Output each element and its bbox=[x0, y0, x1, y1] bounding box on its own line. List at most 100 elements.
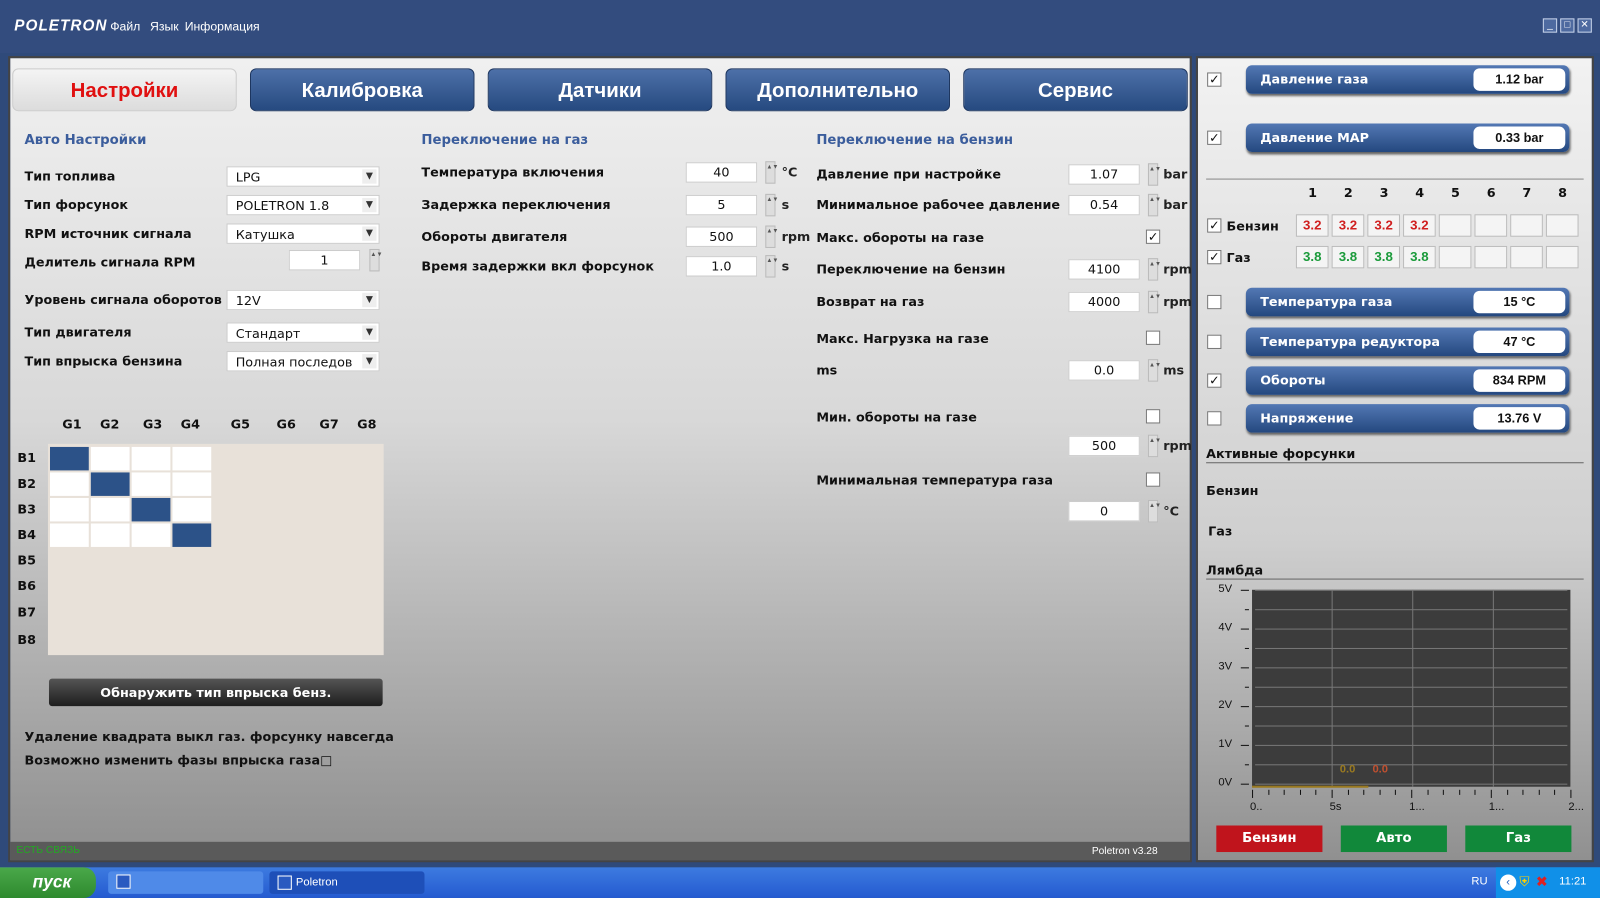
injector-cell[interactable] bbox=[172, 472, 212, 496]
dropdown-5[interactable]: Стандарт ▼ bbox=[226, 322, 380, 343]
value-input[interactable]: 0.0 bbox=[1068, 360, 1140, 381]
injector-time: 3.2 bbox=[1367, 214, 1400, 237]
mode-petrol-button[interactable]: Бензин bbox=[1216, 825, 1323, 853]
checkbox[interactable]: ✓ bbox=[1145, 229, 1161, 244]
taskbar-item-label: Poletron bbox=[295, 876, 338, 889]
dropdown-6[interactable]: Полная последов ▼ bbox=[226, 351, 380, 372]
injector-cell[interactable] bbox=[131, 472, 171, 496]
maximize-button[interactable]: □ bbox=[1560, 18, 1575, 33]
value-input[interactable]: 0 bbox=[1068, 501, 1140, 522]
injector-cell[interactable] bbox=[90, 472, 130, 496]
dropdown-2[interactable]: Катушка ▼ bbox=[226, 223, 380, 244]
checkbox[interactable] bbox=[1145, 330, 1161, 345]
chevron-down-icon[interactable]: ▼ bbox=[362, 354, 377, 369]
spinner-arrows[interactable]: ▲▼ bbox=[1147, 499, 1161, 523]
taskbar-item-poletron[interactable]: Poletron bbox=[269, 871, 425, 894]
injector-cell[interactable] bbox=[90, 446, 130, 471]
injector-cell[interactable] bbox=[172, 497, 212, 522]
value-input[interactable]: 1.0 bbox=[685, 256, 758, 277]
value-input[interactable]: 500 bbox=[1068, 435, 1140, 457]
start-button[interactable]: пуск bbox=[0, 867, 96, 898]
x-tick bbox=[1411, 789, 1413, 798]
injector-cell[interactable] bbox=[90, 523, 130, 547]
sensor-checkbox[interactable] bbox=[1207, 411, 1222, 426]
spinner-arrows[interactable]: ▲▼ bbox=[765, 255, 778, 278]
column-header: G5 bbox=[230, 416, 250, 432]
spinner-arrows[interactable]: ▲▼ bbox=[1147, 434, 1161, 458]
spinner-arrows[interactable]: ▲▼ bbox=[765, 161, 778, 184]
chevron-down-icon[interactable]: ▼ bbox=[362, 169, 377, 184]
spinner-arrows[interactable]: ▲▼ bbox=[369, 248, 383, 272]
row-header: B8 bbox=[17, 631, 36, 647]
sensor-checkbox[interactable] bbox=[1207, 294, 1222, 310]
spinner-arrows[interactable]: ▲▼ bbox=[1147, 258, 1161, 281]
value-input[interactable]: 5 bbox=[685, 194, 758, 216]
sensor-checkbox[interactable]: ✓ bbox=[1207, 373, 1222, 388]
minimize-button[interactable]: _ bbox=[1542, 18, 1558, 33]
field-label: Задержка переключения bbox=[421, 196, 611, 213]
petrol-checkbox[interactable]: ✓ bbox=[1207, 218, 1222, 233]
mode-gas-button[interactable]: Газ bbox=[1465, 825, 1572, 853]
menu-language[interactable]: Язык bbox=[150, 19, 179, 33]
value-input[interactable]: 4100 bbox=[1068, 259, 1140, 280]
injector-cell[interactable] bbox=[172, 446, 212, 471]
tab-settings[interactable]: Настройки bbox=[12, 68, 237, 112]
column-header: G1 bbox=[62, 416, 82, 432]
field-label: Тип форсунок bbox=[24, 196, 129, 213]
injector-cell[interactable] bbox=[49, 497, 89, 522]
checkbox[interactable] bbox=[1145, 472, 1161, 487]
field-label: Время задержки вкл форсунок bbox=[421, 258, 654, 274]
unit-label: rpm bbox=[1163, 261, 1192, 277]
value-input[interactable]: 500 bbox=[685, 226, 758, 247]
injector-cell[interactable] bbox=[172, 523, 212, 547]
spinner-arrows[interactable]: ▲▼ bbox=[1147, 290, 1161, 314]
spinner-arrows[interactable]: ▲▼ bbox=[765, 225, 778, 248]
chevron-down-icon[interactable]: ▼ bbox=[362, 197, 377, 213]
injector-number: 3 bbox=[1379, 184, 1389, 200]
sensor-checkbox[interactable]: ✓ bbox=[1207, 72, 1222, 87]
chevron-down-icon[interactable]: ▼ bbox=[362, 226, 377, 241]
menu-info[interactable]: Информация bbox=[185, 19, 260, 33]
value-input[interactable]: 40 bbox=[685, 162, 758, 183]
injector-cell[interactable] bbox=[131, 523, 171, 547]
spinner-arrows[interactable]: ▲▼ bbox=[1147, 359, 1161, 382]
injector-cell[interactable] bbox=[49, 472, 89, 496]
chevron-down-icon[interactable]: ▼ bbox=[362, 292, 377, 308]
taskbar-item[interactable] bbox=[108, 871, 264, 894]
unit-label: rpm bbox=[781, 228, 811, 244]
injector-cell[interactable] bbox=[131, 446, 171, 471]
chevron-left-icon[interactable]: ‹ bbox=[1499, 874, 1517, 891]
tab-service[interactable]: Сервис bbox=[963, 68, 1188, 112]
chevron-down-icon[interactable]: ▼ bbox=[362, 325, 377, 340]
network-disconnected-icon[interactable]: ✖ bbox=[1536, 873, 1548, 890]
sensor-checkbox[interactable]: ✓ bbox=[1207, 130, 1222, 145]
y-minor-tick bbox=[1244, 725, 1249, 727]
language-indicator[interactable]: RU bbox=[1471, 876, 1487, 888]
dropdown-4[interactable]: 12V ▼ bbox=[226, 289, 380, 311]
injector-cell[interactable] bbox=[49, 446, 89, 471]
injector-cell[interactable] bbox=[131, 497, 171, 522]
value-input[interactable]: 1.07 bbox=[1068, 164, 1140, 185]
injector-cell[interactable] bbox=[90, 497, 130, 522]
spinner-arrows[interactable]: ▲▼ bbox=[765, 193, 778, 217]
tab-calibration[interactable]: Калибровка bbox=[249, 68, 475, 112]
dropdown-1[interactable]: POLETRON 1.8 ▼ bbox=[226, 194, 380, 216]
value-input[interactable]: 0.54 bbox=[1068, 194, 1140, 216]
sensor-checkbox[interactable] bbox=[1207, 334, 1222, 349]
spinner-arrows[interactable]: ▲▼ bbox=[1147, 163, 1161, 186]
dropdown-0[interactable]: LPG ▼ bbox=[226, 166, 380, 187]
column-header: G4 bbox=[180, 416, 200, 432]
menu-file[interactable]: Файл bbox=[110, 19, 140, 33]
injector-cell[interactable] bbox=[49, 523, 89, 547]
spinner-arrows[interactable]: ▲▼ bbox=[1147, 193, 1161, 217]
shield-icon[interactable]: ⛨ bbox=[1519, 874, 1529, 890]
tab-sensors[interactable]: Датчики bbox=[487, 68, 713, 112]
checkbox[interactable] bbox=[1145, 409, 1161, 424]
detect-injection-button[interactable]: Обнаружить тип впрыска бенз. bbox=[48, 678, 383, 707]
value-input[interactable]: 4000 bbox=[1068, 291, 1140, 313]
tab-additional[interactable]: Дополнительно bbox=[725, 68, 950, 112]
mode-auto-button[interactable]: Авто bbox=[1340, 825, 1447, 853]
gas-checkbox[interactable]: ✓ bbox=[1207, 249, 1222, 265]
rpm-divider-input[interactable]: 1 bbox=[288, 249, 361, 271]
close-button[interactable]: ✕ bbox=[1577, 18, 1592, 33]
